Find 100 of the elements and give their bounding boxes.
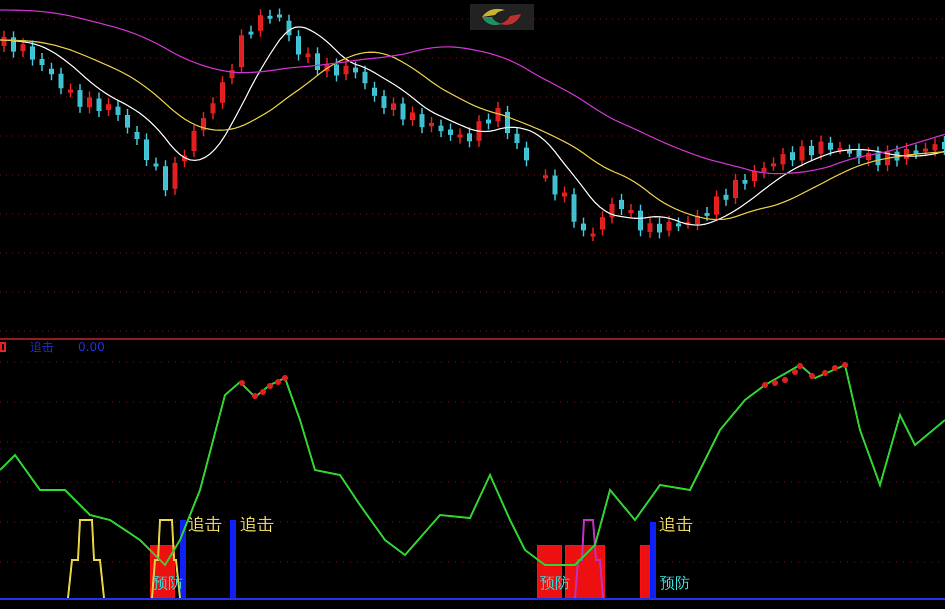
candle xyxy=(790,146,795,166)
candle xyxy=(800,140,804,167)
candle xyxy=(448,124,453,141)
candle xyxy=(391,97,396,116)
candle xyxy=(87,91,92,114)
chase-signal-label: 追击 xyxy=(240,515,274,535)
candle xyxy=(638,204,643,236)
candle xyxy=(733,174,738,204)
candle xyxy=(752,164,757,187)
swirl-logo-icon xyxy=(470,4,534,30)
candle xyxy=(562,186,567,202)
candle xyxy=(742,174,748,190)
candle xyxy=(429,116,434,132)
candle xyxy=(106,98,111,116)
bracket-icon xyxy=(0,342,6,352)
candle xyxy=(134,126,140,146)
candle xyxy=(154,158,158,170)
candle xyxy=(695,210,700,230)
candle xyxy=(467,127,472,148)
candle xyxy=(286,14,292,42)
candle xyxy=(610,198,614,224)
candle xyxy=(372,82,377,102)
candle xyxy=(382,90,386,114)
candle xyxy=(666,216,672,237)
candle xyxy=(714,190,719,221)
candle xyxy=(581,218,586,236)
candle xyxy=(932,138,938,156)
candle xyxy=(268,10,272,24)
candle xyxy=(818,136,824,160)
candle xyxy=(590,228,596,242)
candle xyxy=(780,148,786,170)
candle xyxy=(78,84,82,113)
candle xyxy=(809,140,814,162)
candle xyxy=(866,147,871,166)
indicator-value: 0.00 xyxy=(78,341,105,353)
candle xyxy=(771,157,776,171)
candle xyxy=(724,188,728,206)
candle xyxy=(543,169,548,182)
chase-signal-label: 追击 xyxy=(188,515,222,535)
candle xyxy=(201,112,206,136)
candle xyxy=(904,142,909,165)
candle xyxy=(334,58,339,82)
candle xyxy=(600,211,605,236)
candle xyxy=(306,47,310,64)
candle xyxy=(344,60,348,80)
candle xyxy=(619,194,624,215)
candle xyxy=(96,92,102,117)
candle xyxy=(496,102,500,128)
candle xyxy=(942,136,945,156)
warning-signal-label: 预防 xyxy=(660,574,690,592)
candle xyxy=(524,142,529,166)
candle xyxy=(296,30,301,60)
candle xyxy=(49,62,54,80)
candle xyxy=(163,160,168,196)
candle xyxy=(628,204,634,218)
candle xyxy=(58,68,64,94)
candle xyxy=(762,162,766,178)
candle xyxy=(2,30,6,52)
candle xyxy=(172,156,178,195)
candle xyxy=(40,53,44,71)
candle xyxy=(876,146,880,172)
candle xyxy=(116,100,120,121)
candle xyxy=(248,26,254,39)
candle xyxy=(144,133,149,166)
candle xyxy=(277,8,282,22)
candle xyxy=(315,47,320,76)
candle xyxy=(353,62,358,78)
candle xyxy=(704,206,710,221)
indicator-name: 追击 xyxy=(30,341,54,353)
candle xyxy=(68,84,73,98)
candle xyxy=(182,150,187,168)
candle xyxy=(400,98,406,126)
candle xyxy=(362,66,368,90)
candle xyxy=(239,29,244,74)
candle xyxy=(894,146,900,167)
candle xyxy=(210,97,216,120)
candle xyxy=(420,108,424,134)
candle xyxy=(486,114,491,130)
candle xyxy=(828,136,833,156)
candle xyxy=(258,9,263,37)
candle xyxy=(30,40,35,66)
chase-signal-label: 追击 xyxy=(659,515,693,535)
candle xyxy=(20,38,26,58)
candle xyxy=(847,144,852,158)
candle xyxy=(648,217,652,238)
candle xyxy=(572,188,576,228)
candle xyxy=(125,108,130,134)
candle xyxy=(914,144,918,159)
candle xyxy=(230,64,234,84)
candle xyxy=(885,145,890,172)
candle xyxy=(856,143,862,164)
candle xyxy=(220,76,225,109)
candle xyxy=(923,142,928,156)
candle xyxy=(324,58,330,78)
candle xyxy=(514,128,520,149)
candle xyxy=(438,120,444,138)
candle xyxy=(476,115,482,147)
candle xyxy=(410,106,415,126)
candle xyxy=(552,170,558,200)
candle xyxy=(192,124,196,158)
